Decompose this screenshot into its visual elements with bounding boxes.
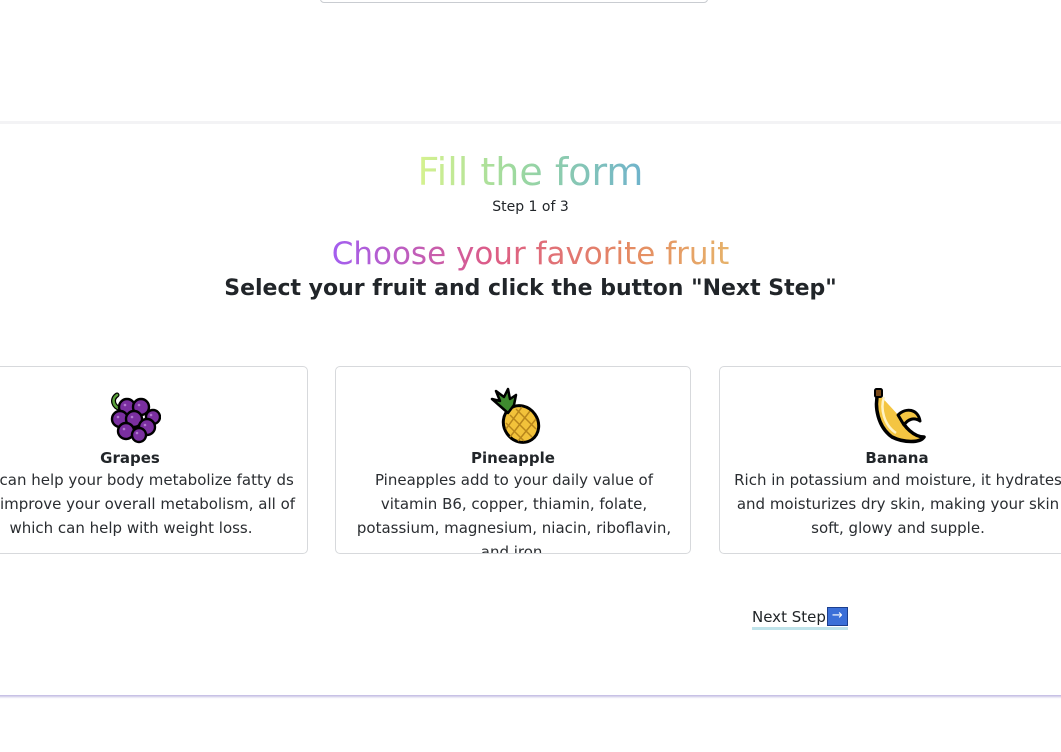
fruit-card-pineapple[interactable]: Pineapple Pineapples add to your daily v…: [335, 366, 691, 554]
question-heading-text: Choose your favorite fruit: [331, 236, 730, 272]
fruit-card-grapes[interactable]: Grapes pes can help your body metabolize…: [0, 366, 308, 554]
instructions-text: Select your fruit and click the button "…: [224, 276, 837, 301]
fruit-name: Pineapple: [471, 449, 555, 467]
fruit-description: Rich in potassium and moisture, it hydra…: [734, 471, 1061, 537]
fruit-name: Banana: [865, 449, 929, 467]
form-title: Fill the form: [0, 150, 1061, 194]
fruit-card-banana[interactable]: Banana Rich in potassium and moisture, i…: [719, 366, 1061, 554]
step-indicator: Step 1 of 3: [492, 199, 569, 215]
form-title-text: Fill the form: [417, 150, 644, 194]
fruit-description: Pineapples add to your daily value of vi…: [356, 471, 672, 554]
next-step-label: Next Step: [752, 608, 826, 626]
arrow-right-icon: →: [826, 607, 848, 626]
fruit-name: Grapes: [100, 449, 160, 467]
fruit-description: pes can help your body metabolize fatty …: [0, 471, 296, 537]
question-heading: Choose your favorite fruit: [0, 235, 1061, 273]
grapes-icon: [110, 392, 161, 444]
next-step-button[interactable]: Next Step →: [752, 607, 848, 630]
pineapple-icon: [490, 387, 541, 444]
banana-icon: [874, 388, 926, 444]
top-input-field[interactable]: [320, 0, 708, 3]
